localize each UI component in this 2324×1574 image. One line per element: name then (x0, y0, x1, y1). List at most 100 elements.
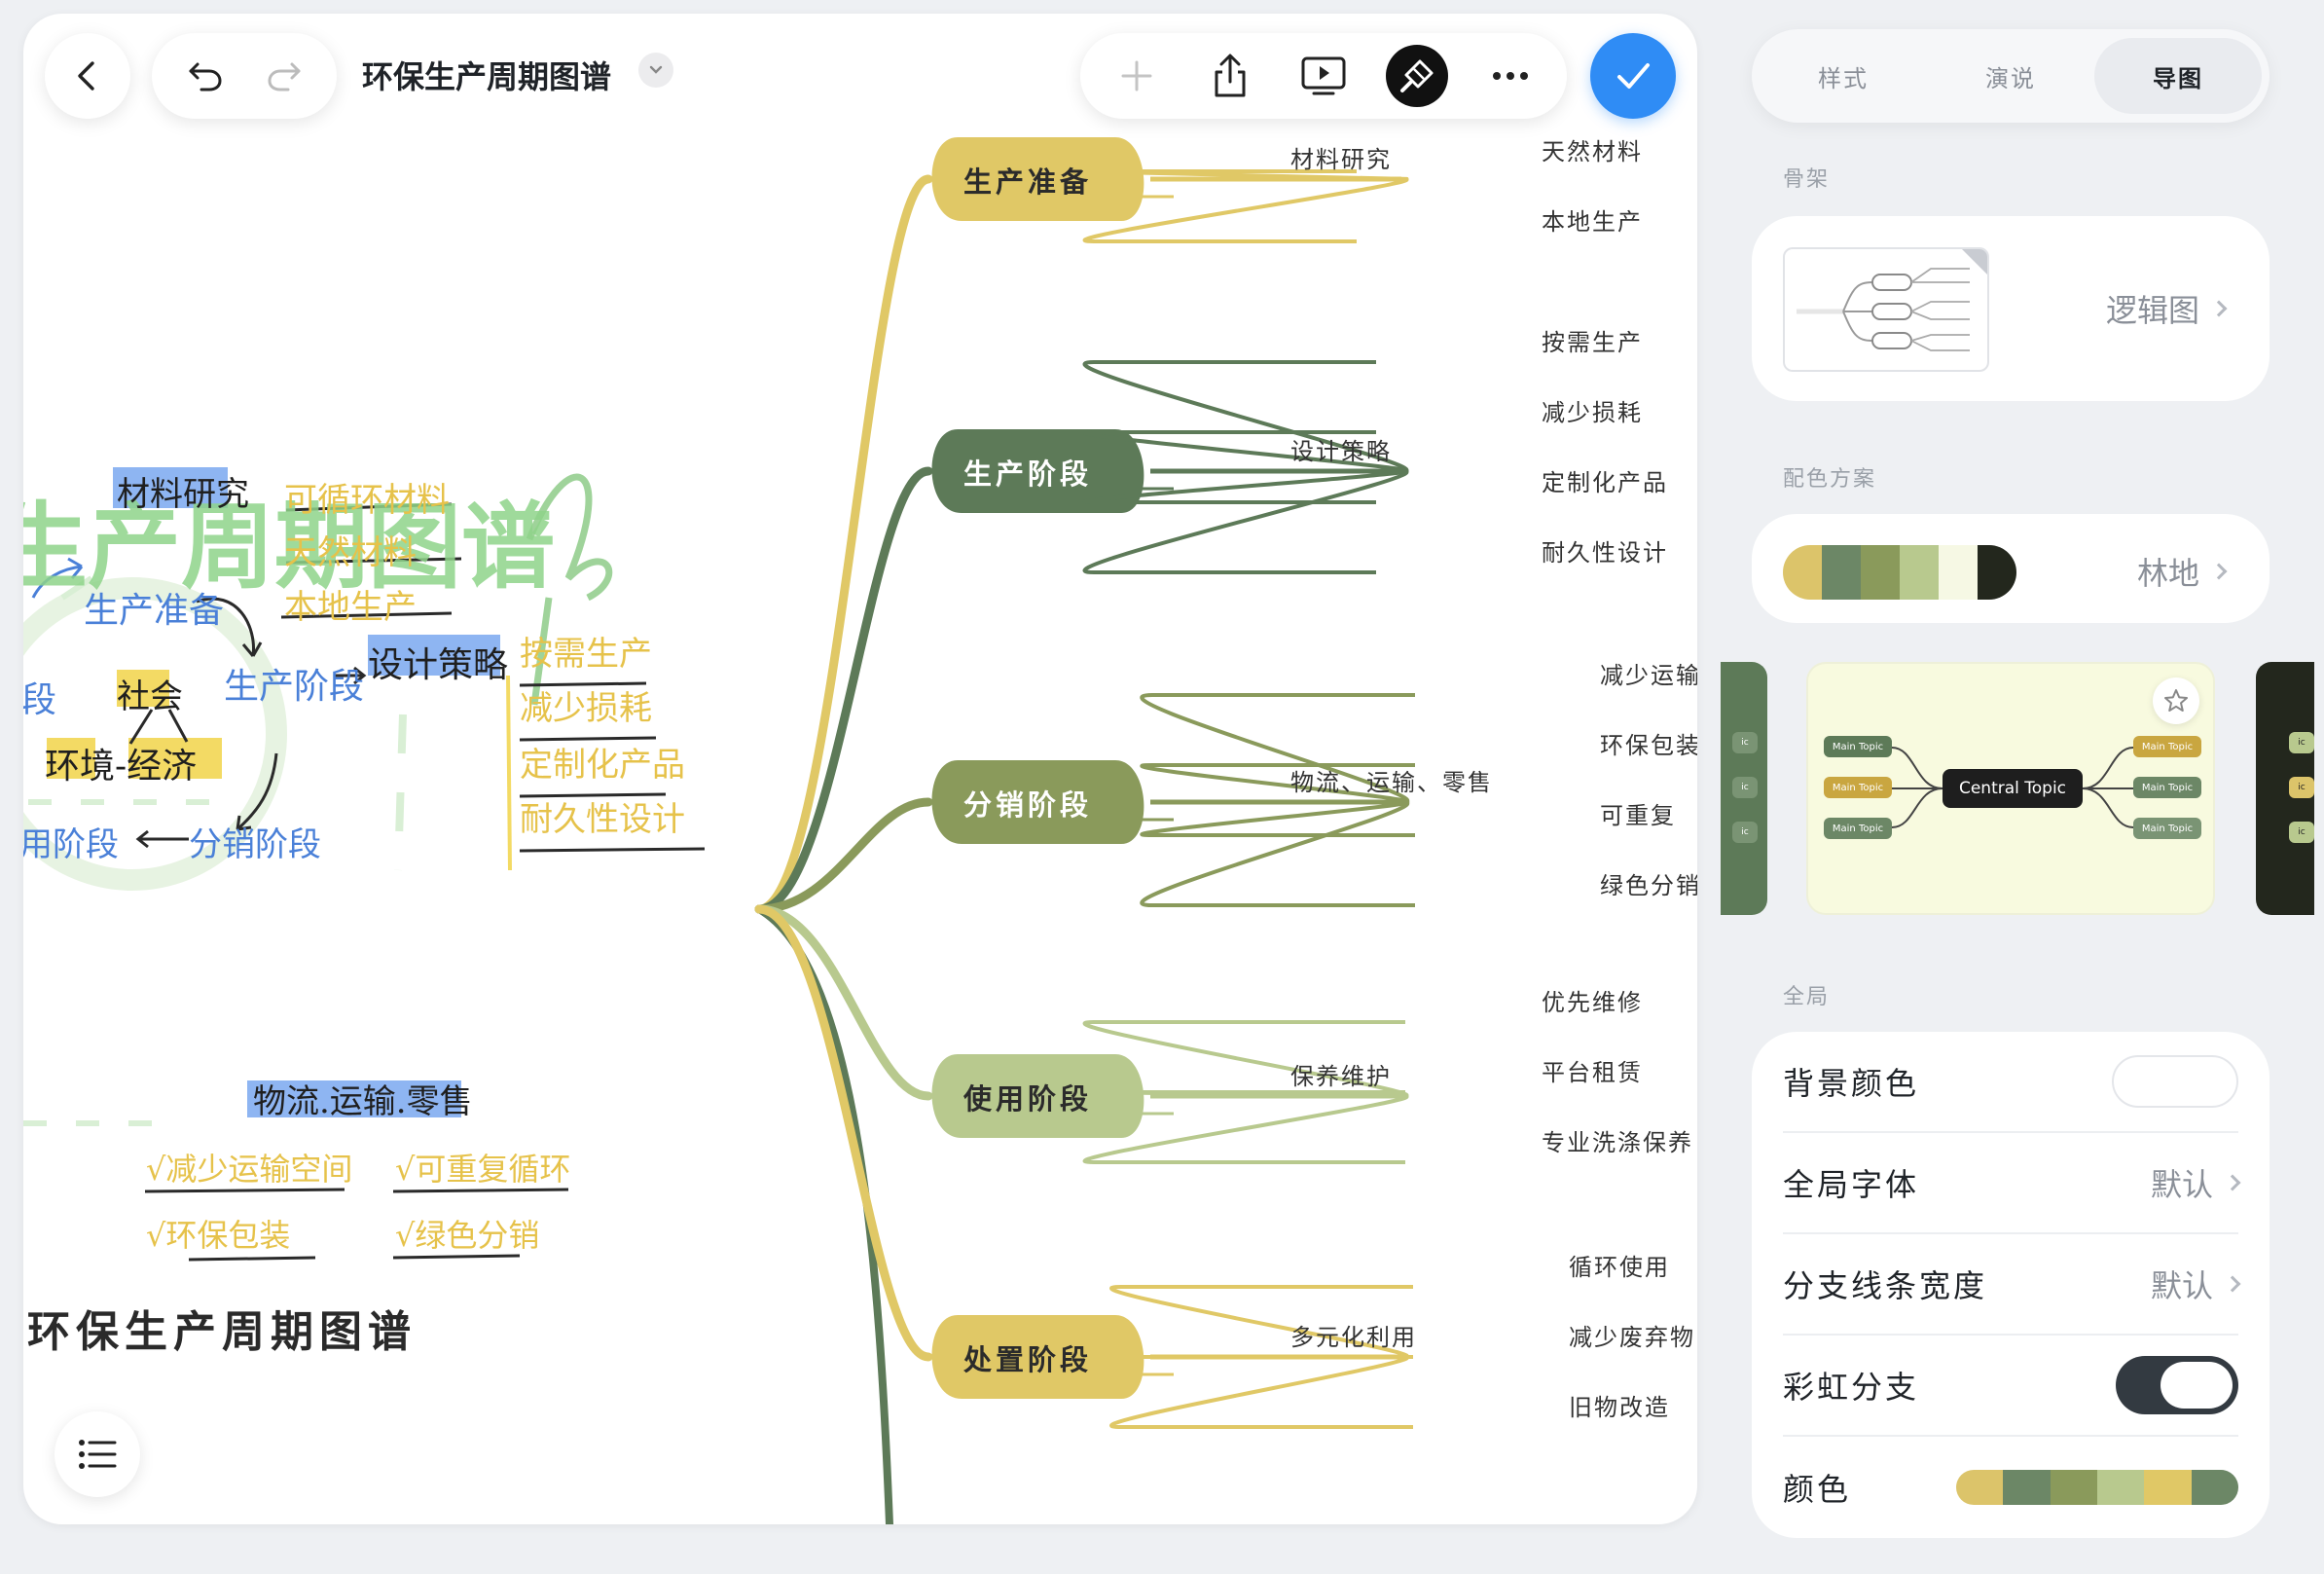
theme-main-topic: Main Topic (1824, 777, 1892, 798)
chevron-right-icon (2210, 300, 2228, 317)
palette-value-text: 林地 (2136, 555, 2199, 592)
skeleton-value: 逻辑图 (2106, 286, 2228, 331)
sketch-use: 用阶段 (23, 825, 119, 864)
outline-button[interactable] (54, 1411, 140, 1497)
add-button[interactable] (1106, 45, 1168, 107)
rainbow-branch-label: 彩虹分支 (1783, 1369, 1920, 1406)
global-settings: 背景颜色 全局字体 默认 分支线条宽度 默认 彩虹分支 颜色 (1752, 1032, 2270, 1538)
branch-width-row[interactable]: 分支线条宽度 默认 (1783, 1234, 2241, 1336)
redo-button[interactable] (265, 56, 304, 95)
undo-button[interactable] (186, 56, 225, 95)
main-topic-label[interactable]: 处置阶段 (963, 1337, 1092, 1378)
branch-width-label: 分支线条宽度 (1783, 1267, 1988, 1304)
tool-controls (1080, 33, 1567, 119)
main-topic-label[interactable]: 生产准备 (963, 160, 1092, 201)
theme-card-next[interactable]: ic ic ic (2256, 662, 2314, 915)
branch-color-swatch (2096, 1470, 2145, 1505)
leaf-topic[interactable]: 天然材料 (1542, 132, 1643, 166)
leaf-topic[interactable]: 耐久性设计 (1542, 533, 1668, 567)
leaf-topic[interactable]: 循环使用 (1569, 1248, 1670, 1282)
theme-main-topic: Main Topic (2133, 818, 2201, 839)
bg-color-label: 背景颜色 (1783, 1065, 1920, 1102)
sketch-society: 社会 (117, 677, 183, 716)
bg-color-row[interactable]: 背景颜色 (1783, 1032, 2238, 1133)
leaf-topic[interactable]: 减少损耗 (1542, 393, 1643, 427)
sketch-material-research: 材料研究 (117, 475, 249, 514)
leaf-topic[interactable]: 可重复 (1600, 796, 1676, 830)
document-title[interactable]: 环保生产周期图谱 (362, 53, 611, 97)
leaf-topic[interactable]: 减少废弃物 (1569, 1318, 1695, 1352)
theme-card-prev[interactable]: ic ic ic (1721, 662, 1767, 915)
sub-topic-label[interactable]: 材料研究 (1290, 140, 1392, 174)
sub-topic-label[interactable]: 设计策略 (1290, 432, 1392, 466)
plus-icon (1121, 60, 1152, 92)
palette-selector[interactable]: 林地 (1752, 514, 2270, 623)
leaf-topic[interactable]: 环保包装 (1600, 726, 1697, 760)
leaf-topic[interactable]: 旧物改造 (1569, 1388, 1670, 1422)
main-topic-label[interactable]: 分销阶段 (963, 783, 1092, 824)
favorite-button[interactable] (2153, 677, 2199, 724)
undo-icon (189, 62, 222, 92)
theme-main-topic: Main Topic (2133, 777, 2201, 798)
branch-line (754, 466, 933, 914)
main-topic-label[interactable]: 生产阶段 (963, 452, 1092, 493)
leaf-topic[interactable]: 本地生产 (1542, 202, 1643, 237)
palette-value: 林地 (2136, 549, 2228, 594)
sub-topic-label[interactable]: 多元化利用 (1290, 1318, 1417, 1352)
palette-swatches (1783, 545, 2016, 600)
sub-topic-label[interactable]: 保养维护 (1290, 1057, 1392, 1091)
leaf-topic[interactable]: 专业洗涤保养 (1542, 1123, 1693, 1157)
sketch-title: 环保生产周期图谱 (27, 1307, 417, 1357)
leaf-topic[interactable]: 定制化产品 (1542, 463, 1668, 497)
play-screen-icon (1301, 56, 1346, 95)
rainbow-branch-toggle[interactable] (2116, 1356, 2238, 1414)
leaf-topic[interactable]: 按需生产 (1542, 323, 1643, 357)
font-row[interactable]: 全局字体 默认 (1783, 1133, 2241, 1234)
mini-topic: ic (1732, 732, 1758, 753)
back-button[interactable] (45, 33, 130, 119)
skeleton-selector[interactable]: 逻辑图 (1752, 216, 2270, 401)
branch-color-swatch (1956, 1470, 2004, 1505)
sketch-durable: 耐久性设计 (520, 800, 685, 839)
format-painter-button[interactable] (1386, 45, 1448, 107)
branch-color-bar[interactable] (1956, 1470, 2238, 1505)
leaf-topic[interactable]: 优先维修 (1542, 983, 1643, 1017)
sub-topic-label[interactable]: 物流、运输、零售 (1290, 763, 1493, 797)
branch-width-value: 默认 (2151, 1262, 2241, 1306)
more-button[interactable] (1479, 45, 1542, 107)
title-dropdown-button[interactable] (638, 53, 673, 88)
sketch-stage-left: 段 (23, 680, 57, 720)
skeleton-thumbnail (1783, 247, 1989, 372)
tab-mindmap[interactable]: 导图 (2094, 38, 2262, 114)
theme-central-topic: Central Topic (1943, 769, 2083, 808)
branch-line (754, 904, 933, 1362)
chevron-right-icon (2224, 1275, 2241, 1293)
bg-color-well[interactable] (2112, 1055, 2238, 1108)
list-icon (79, 1440, 117, 1469)
main-topic-label[interactable]: 使用阶段 (963, 1077, 1092, 1117)
presentation-button[interactable] (1292, 45, 1355, 107)
leaf-topic[interactable]: 平台租赁 (1542, 1053, 1643, 1087)
leaf-topic[interactable]: 减少运输 (1600, 656, 1697, 690)
mini-topic: ic (2289, 777, 2314, 798)
chevron-right-icon (2210, 563, 2228, 580)
mini-topic: ic (1732, 822, 1758, 843)
confirm-button[interactable] (1590, 33, 1676, 119)
branch-color-label: 颜色 (1783, 1471, 1852, 1508)
font-value-text: 默认 (2150, 1166, 2213, 1203)
theme-card-woodland[interactable]: Main Topic Main Topic Main Topic Main To… (1806, 662, 2215, 915)
sketch-recyclable: 可循环材料 (284, 481, 450, 520)
sketch-eco-pack: √环保包装 (146, 1217, 291, 1254)
tab-presentation[interactable]: 演说 (1927, 38, 2094, 114)
theme-main-topic: Main Topic (1824, 818, 1892, 839)
font-label: 全局字体 (1783, 1166, 1920, 1203)
leaf-line (1109, 1355, 1413, 1429)
tab-style[interactable]: 样式 (1760, 38, 1927, 114)
palette-swatch (1783, 545, 1822, 600)
leaf-topic[interactable]: 绿色分销 (1600, 866, 1697, 900)
theme-main-topic: Main Topic (2133, 736, 2201, 757)
share-button[interactable] (1199, 45, 1261, 107)
mindmap-canvas[interactable]: 生产周期图谱 材料研究 可循环材料 天然材料 本地生产 生产准备 段 社会 环境… (23, 14, 1697, 1524)
branch-color-swatch (2144, 1470, 2192, 1505)
branch-color-row[interactable]: 颜色 (1783, 1437, 2238, 1538)
